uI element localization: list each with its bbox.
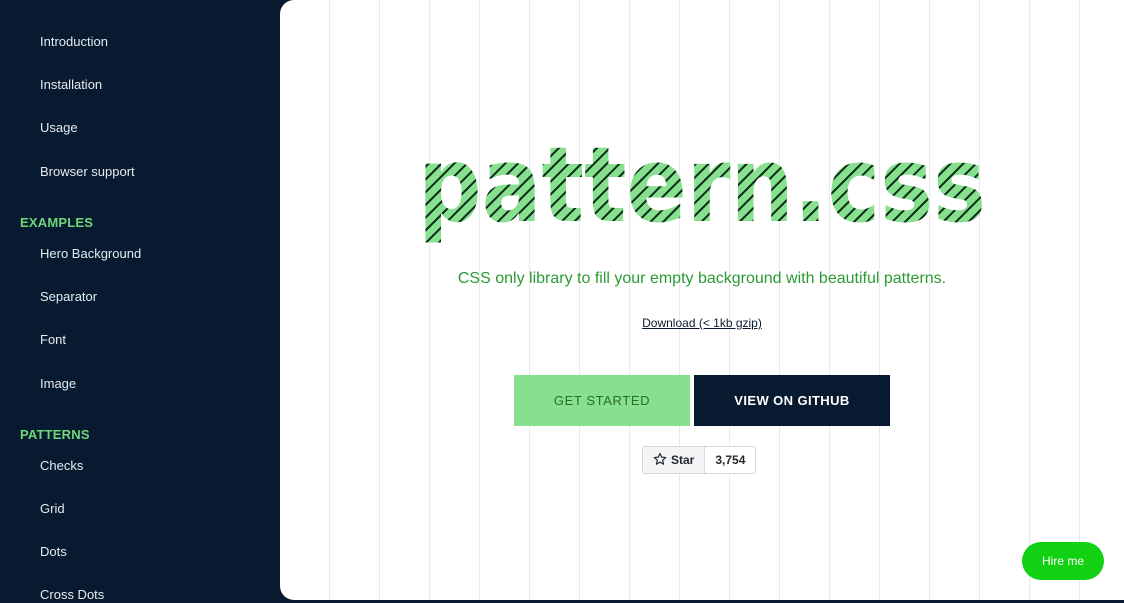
sidebar: Introduction Installation Usage Browser … [0, 0, 280, 603]
sidebar-item-separator[interactable]: Separator [40, 289, 97, 305]
logo: pattern.css [280, 128, 1124, 263]
logo-graphic: pattern.css [418, 128, 986, 246]
star-button[interactable]: Star [643, 447, 706, 473]
github-star-widget: Star 3,754 [642, 446, 757, 474]
sidebar-item-introduction[interactable]: Introduction [40, 34, 108, 50]
sidebar-item-installation[interactable]: Installation [40, 77, 102, 93]
view-on-github-button[interactable]: VIEW ON GITHUB [694, 375, 890, 426]
sidebar-item-dots[interactable]: Dots [40, 544, 67, 560]
star-count[interactable]: 3,754 [705, 447, 755, 473]
sidebar-heading-patterns: PATTERNS [20, 427, 90, 442]
download-link[interactable]: Download (< 1kb gzip) [642, 316, 762, 330]
sidebar-item-cross-dots[interactable]: Cross Dots [40, 587, 104, 603]
sidebar-item-checks[interactable]: Checks [40, 458, 83, 474]
download-row: Download (< 1kb gzip) [280, 316, 1124, 331]
sidebar-item-usage[interactable]: Usage [40, 120, 78, 136]
star-label: Star [671, 453, 695, 467]
sidebar-item-font[interactable]: Font [40, 332, 66, 348]
sidebar-heading-examples: EXAMPLES [20, 215, 94, 230]
sidebar-item-hero-background[interactable]: Hero Background [40, 246, 141, 262]
sidebar-item-grid[interactable]: Grid [40, 501, 65, 517]
tagline: CSS only library to fill your empty back… [457, 270, 947, 287]
sidebar-item-image[interactable]: Image [40, 376, 76, 392]
star-outline-icon [653, 452, 667, 469]
sidebar-item-browser-support[interactable]: Browser support [40, 164, 135, 180]
hire-me-button[interactable]: Hire me [1022, 542, 1104, 580]
hero-section: pattern.css CSS only library to fill you… [280, 0, 1124, 600]
get-started-button[interactable]: GET STARTED [514, 375, 690, 426]
logo-text: pattern.css [418, 128, 986, 246]
